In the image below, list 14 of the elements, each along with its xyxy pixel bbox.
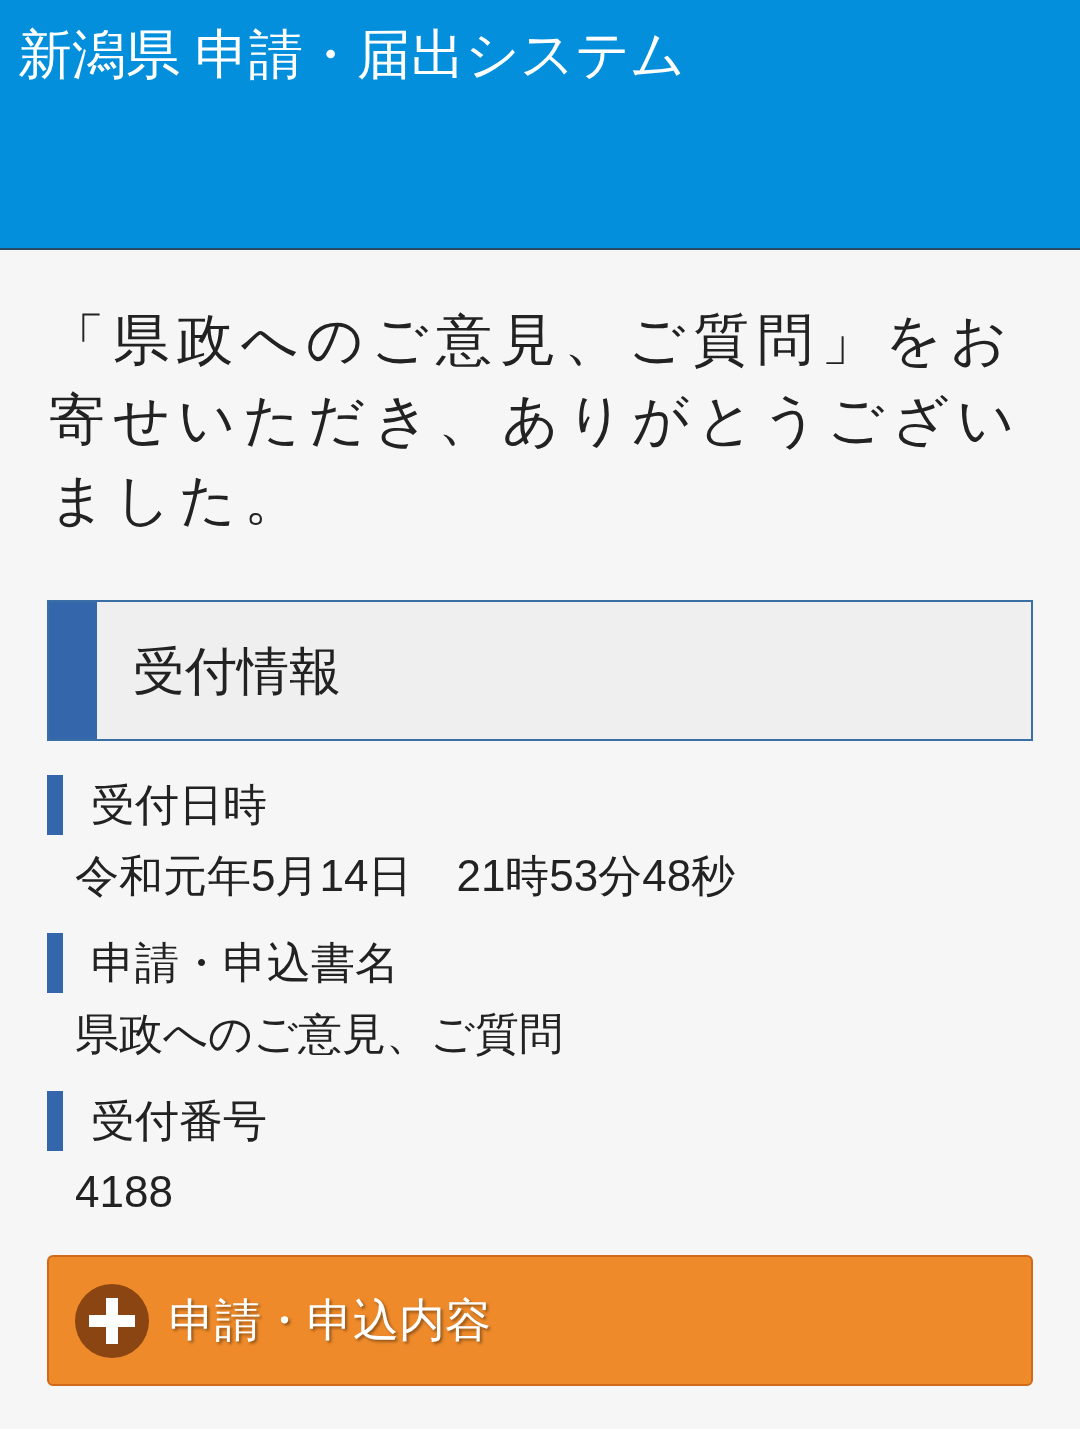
plus-icon [75,1283,149,1358]
field-value: 令和元年5月14日 21時53分48秒 [75,851,736,900]
section-title: 受付情報 [133,640,341,702]
label-bar [47,1091,63,1151]
label-bar [47,933,63,993]
field-label: 申請・申込書名 [91,937,399,989]
field-value: 県政へのご意見、ご質問 [75,1009,563,1058]
label-bar [47,775,63,835]
expand-button[interactable]: 申請・申込内容 [47,1255,1033,1386]
field-label: 受付番号 [91,1095,267,1147]
field-label: 受付日時 [91,779,267,831]
site-title: 新潟県 申請・届出システム [18,23,686,86]
field-value: 4188 [75,1167,173,1216]
thank-you-message: 「県政へのご意見、ご質問」をお寄せいただき、ありがとうございました。 [48,307,1023,533]
